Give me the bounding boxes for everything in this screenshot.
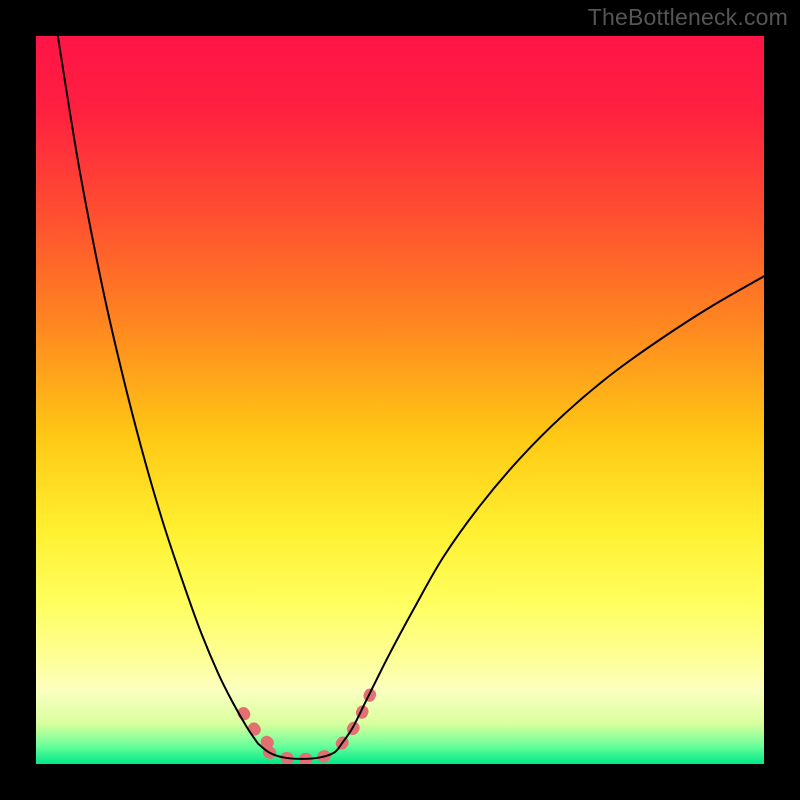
- attribution-label: TheBottleneck.com: [588, 4, 788, 31]
- gradient-background: [36, 36, 764, 764]
- plot-area: [36, 36, 764, 764]
- chart-container: TheBottleneck.com: [0, 0, 800, 800]
- chart-svg: [36, 36, 764, 764]
